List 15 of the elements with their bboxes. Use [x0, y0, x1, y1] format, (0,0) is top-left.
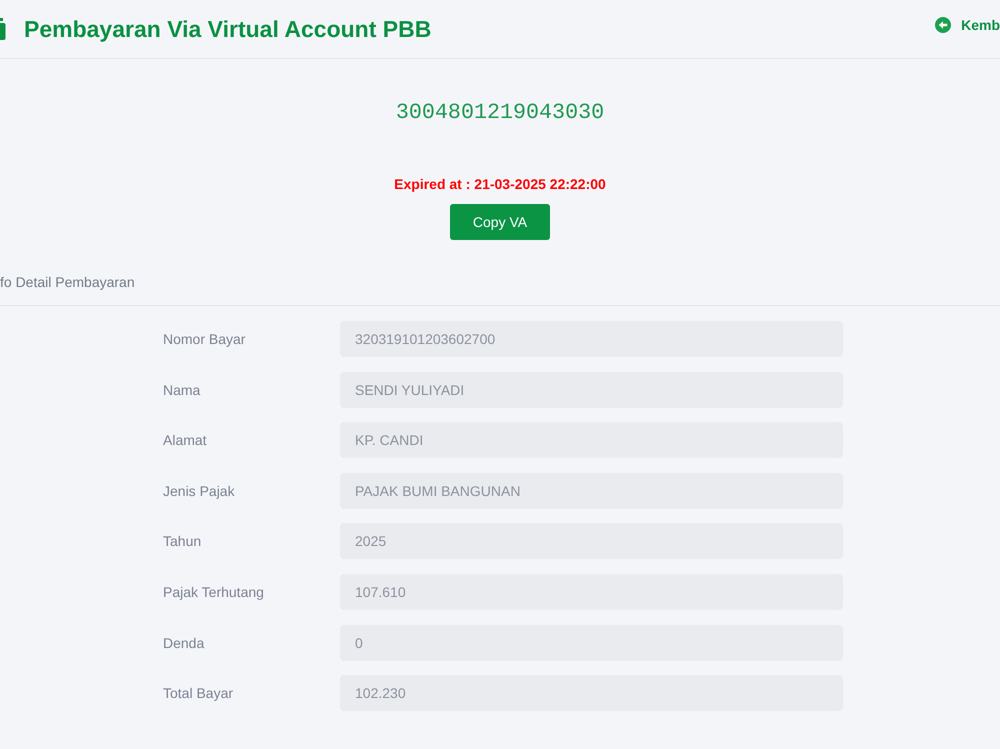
- expiry-text: Expired at : 21-03-2025 22:22:00: [394, 175, 606, 194]
- field-label: Total Bayar: [163, 684, 234, 702]
- field-label: Alamat: [163, 431, 207, 450]
- section-heading: fo Detail Pembayaran: [0, 274, 135, 290]
- field-label: Denda: [163, 634, 204, 652]
- copy-va-button[interactable]: Copy VA: [450, 204, 550, 240]
- field-label: Nama: [163, 380, 200, 399]
- back-link[interactable]: Kemb: [935, 16, 1000, 34]
- bag-icon: [0, 18, 6, 40]
- field-label: Pajak Terhutang: [163, 582, 264, 601]
- field-label: Jenis Pajak: [163, 482, 235, 500]
- field-label: Nomor Bayar: [163, 330, 246, 348]
- page-title: Pembayaran Via Virtual Account PBB: [24, 15, 432, 43]
- field-label: Tahun: [163, 532, 202, 550]
- va-number: 3004801219043030: [396, 99, 604, 127]
